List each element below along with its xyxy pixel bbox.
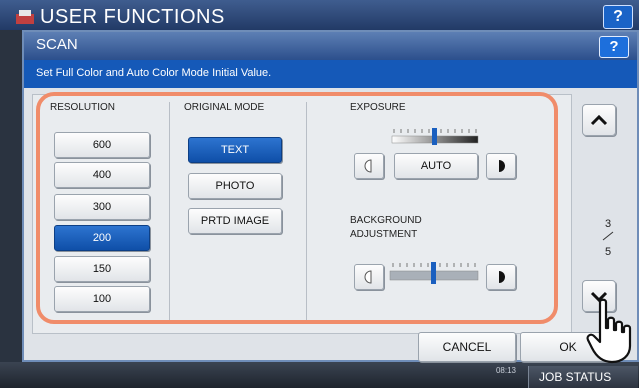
page-total: 5 [604,246,612,258]
exposure-lighter-button[interactable] [354,153,384,179]
half-moon-light-icon [364,159,372,173]
dialog-message-bar: Set Full Color and Auto Color Mode Initi… [24,60,637,88]
page-indicator: 3 5 [598,217,618,259]
resolution-150-button[interactable]: 150 [54,256,150,282]
cancel-button[interactable]: CANCEL [418,332,516,362]
clock-display: 08:13 [476,366,516,375]
dialog-help-button[interactable]: ? [599,36,629,58]
user-functions-icon [16,10,34,24]
dialog-title: SCAN [36,36,78,53]
resolution-100-button[interactable]: 100 [54,286,150,312]
page-slash-icon [602,231,614,241]
mode-printed-image-button[interactable]: PRTD IMAGE [188,208,282,234]
mode-text-button[interactable]: TEXT [188,137,282,163]
resolution-200-button[interactable]: 200 [54,225,150,251]
exposure-darker-button[interactable] [486,153,516,179]
clock-time: 08:13 [495,366,516,375]
chevron-up-icon [590,114,608,126]
exposure-auto-button[interactable]: AUTO [394,153,478,179]
dialog-message: Set Full Color and Auto Color Mode Initi… [36,67,272,79]
background-adjustment-label: BACKGROUND ADJUSTMENT [350,214,422,242]
pointing-hand-icon [586,298,632,364]
background-adjustment-label-line2: ADJUSTMENT [350,229,418,240]
dialog-titlebar: SCAN ? [24,32,637,60]
resolution-label: RESOLUTION [50,102,116,113]
original-mode-label: ORIGINAL MODE [184,102,265,113]
background-adjustment-scale [389,262,479,284]
background-title: USER FUNCTIONS [40,6,225,28]
background-help-button[interactable]: ? [603,5,633,29]
mode-photo-button[interactable]: PHOTO [188,173,282,199]
half-moon-light-icon [364,270,372,284]
section-divider [169,102,170,324]
section-divider [306,102,307,324]
exposure-label: EXPOSURE [350,102,406,113]
resolution-600-button[interactable]: 600 [54,132,150,158]
resolution-400-button[interactable]: 400 [54,162,150,188]
background-darker-button[interactable] [486,264,516,290]
page-current: 3 [604,218,612,230]
half-moon-dark-icon [499,271,505,283]
job-status-button[interactable]: JOB STATUS [528,366,638,388]
half-moon-dark-icon [499,160,505,172]
exposure-scale [391,128,479,145]
background-adjustment-label-line1: BACKGROUND [350,215,422,226]
exposure-level-marker [432,128,437,145]
scan-dialog: SCAN ? Set Full Color and Auto Color Mod… [22,30,639,362]
resolution-300-button[interactable]: 300 [54,194,150,220]
background-level-marker [431,262,436,284]
background-lighter-button[interactable] [354,264,384,290]
page-up-button[interactable] [582,104,616,136]
